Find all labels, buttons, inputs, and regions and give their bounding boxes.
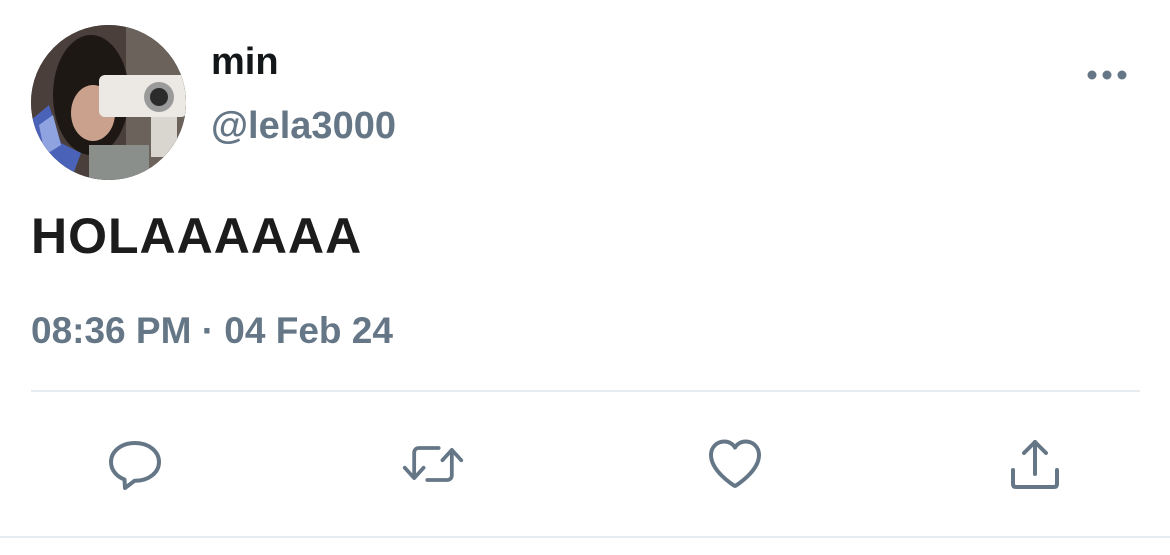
author-handle[interactable]: @lela3000 <box>211 104 396 148</box>
tweet-timestamp[interactable]: 08:36 PM · 04 Feb 24 <box>31 309 393 353</box>
tweet-card: min @lela3000 HOLAAAAAA 08:36 PM · 04 Fe… <box>0 0 1170 555</box>
tweet-text: HOLAAAAAA <box>31 208 363 264</box>
reply-bubble-icon <box>109 441 161 490</box>
avatar[interactable] <box>31 25 186 180</box>
author-display-name[interactable]: min <box>211 40 279 84</box>
heart-icon <box>709 439 761 488</box>
share-button[interactable] <box>1003 432 1067 496</box>
bottom-divider <box>0 536 1170 538</box>
divider <box>31 390 1140 392</box>
avatar-photo <box>31 25 186 180</box>
retweet-arrows-icon <box>402 446 464 482</box>
more-horizontal-icon <box>1087 70 1127 80</box>
share-upload-icon <box>1011 440 1059 489</box>
reply-button[interactable] <box>103 432 167 496</box>
more-options-button[interactable] <box>1082 58 1132 92</box>
like-button[interactable] <box>703 432 767 496</box>
retweet-button[interactable] <box>401 432 465 496</box>
